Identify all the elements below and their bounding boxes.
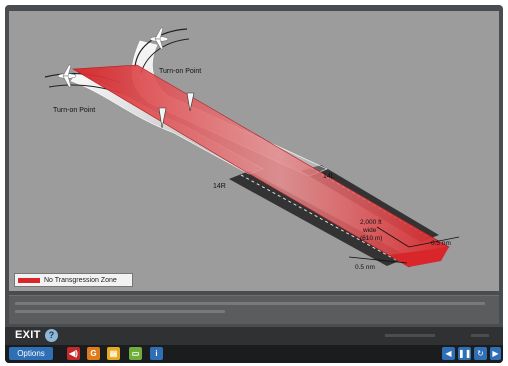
dimension-label-bottom: 0.5 nm — [355, 264, 375, 271]
aircraft-lower — [57, 64, 77, 88]
exit-bar: EXIT ? — [5, 327, 503, 345]
replay-icon[interactable]: ↻ — [474, 347, 487, 360]
runway-14l-label: 14L — [323, 173, 335, 180]
legend-swatch — [18, 277, 40, 283]
runway-14r-label: 14R — [213, 183, 226, 190]
exit-button[interactable]: EXIT — [15, 329, 41, 341]
approach-diagram: Turn-on Point Turn-on Point 14L 14R 2,00… — [44, 27, 460, 271]
help-icon[interactable]: ? — [45, 329, 58, 342]
legend-label: No Transgression Zone — [44, 276, 117, 284]
previous-icon[interactable]: ◀ — [442, 347, 455, 360]
glossary-icon[interactable]: G — [87, 347, 100, 360]
caption-blurred-line — [15, 310, 225, 313]
info-icon[interactable]: i — [150, 347, 163, 360]
caption-blurred-line — [15, 302, 485, 305]
caption-panel — [9, 295, 499, 324]
width-label-ft: 2,000 ft — [360, 219, 382, 226]
blurred-status — [471, 334, 489, 337]
audio-icon[interactable]: ◀) — [67, 347, 80, 360]
turn-on-label-upper: Turn-on Point — [159, 68, 201, 75]
pause-icon[interactable]: ❚❚ — [458, 347, 471, 360]
width-label-wide: wide — [362, 227, 377, 234]
blurred-status — [385, 334, 435, 337]
legend: No Transgression Zone — [14, 273, 133, 287]
chat-icon[interactable]: ▭ — [129, 347, 142, 360]
player-toolbar: Options ◀) G ▤ ▭ i ◀ ❚❚ ↻ ▶ — [5, 345, 503, 363]
dimension-label-right: 0.5 nm — [431, 240, 451, 247]
width-label-m: (610 m) — [360, 235, 382, 242]
notes-icon[interactable]: ▤ — [107, 347, 120, 360]
options-button[interactable]: Options — [9, 347, 53, 360]
diagram-stage: Turn-on Point Turn-on Point 14L 14R 2,00… — [9, 11, 499, 291]
turn-on-label-lower: Turn-on Point — [53, 107, 95, 114]
course-player: Turn-on Point Turn-on Point 14L 14R 2,00… — [5, 5, 503, 363]
next-icon[interactable]: ▶ — [490, 347, 501, 360]
